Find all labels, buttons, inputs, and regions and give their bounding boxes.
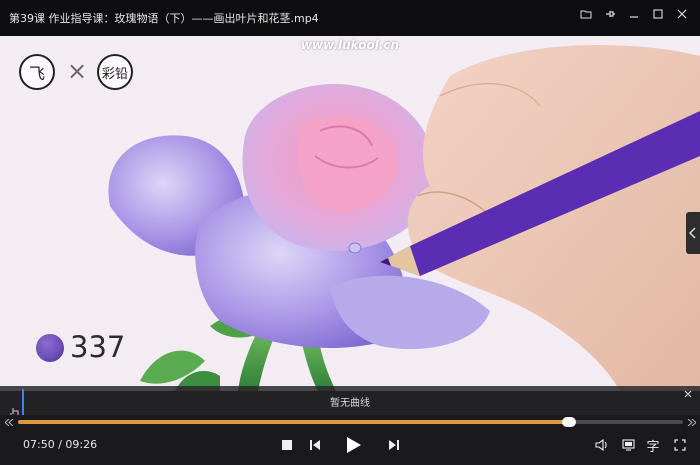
screen-icon xyxy=(621,439,635,451)
chevron-left-icon xyxy=(689,227,696,239)
pin-button[interactable] xyxy=(598,0,622,28)
color-code: 337 xyxy=(70,330,126,364)
brand-logo-left: 飞 xyxy=(19,54,55,90)
brand-logo-right: 彩铅 xyxy=(97,54,133,90)
fullscreen-window-button[interactable] xyxy=(617,434,639,456)
volume-icon xyxy=(595,439,607,451)
watermark: www.lukool.cn xyxy=(300,38,400,52)
close-icon xyxy=(677,9,687,19)
title-bar: 第39课 作业指导课：玫瑰物语（下）——画出叶片和花茎.mp4 xyxy=(0,0,700,36)
volume-button[interactable] xyxy=(591,434,613,456)
video-frame[interactable]: www.lukool.cn 飞 × 彩铅 337 xyxy=(0,36,700,391)
close-icon xyxy=(684,390,692,398)
pin-icon xyxy=(606,11,615,17)
logo-separator: × xyxy=(67,57,88,85)
minimize-button[interactable] xyxy=(622,0,646,28)
stop-icon xyxy=(282,440,292,450)
seek-forward-button[interactable] xyxy=(686,417,696,427)
progress-area xyxy=(0,415,700,428)
progress-track[interactable] xyxy=(18,417,683,427)
fullscreen-icon xyxy=(674,439,686,451)
progress-fill xyxy=(18,420,569,424)
fullscreen-button[interactable] xyxy=(669,434,691,456)
maximize-icon xyxy=(653,9,663,19)
curve-panel: 暂无曲线 xyxy=(0,386,700,418)
color-swatch xyxy=(35,333,65,363)
previous-button[interactable] xyxy=(304,434,326,456)
double-chevron-left-icon xyxy=(4,418,13,426)
progress-knob[interactable] xyxy=(561,417,576,427)
stop-button[interactable] xyxy=(276,434,298,456)
curve-empty-label: 暂无曲线 xyxy=(330,398,370,409)
seek-back-button[interactable] xyxy=(4,417,14,427)
minimize-icon xyxy=(630,16,638,18)
maximize-button[interactable] xyxy=(646,0,670,28)
window-controls xyxy=(574,0,694,28)
total-time: 09:26 xyxy=(65,438,98,451)
close-button[interactable] xyxy=(670,0,694,28)
next-button[interactable] xyxy=(383,434,405,456)
side-panel-toggle[interactable] xyxy=(686,212,700,254)
subtitle-button[interactable]: 字 xyxy=(642,434,664,456)
time-display: 07:50 / 09:26 xyxy=(23,438,97,451)
curve-close-button[interactable] xyxy=(682,388,694,400)
double-chevron-right-icon xyxy=(687,418,696,426)
play-button[interactable] xyxy=(341,432,367,458)
skip-previous-icon xyxy=(310,440,320,450)
window-title: 第39课 作业指导课：玫瑰物语（下）——画出叶片和花茎.mp4 xyxy=(9,12,319,25)
current-time: 07:50 xyxy=(23,438,55,451)
play-icon xyxy=(347,437,361,453)
open-folder-button[interactable] xyxy=(574,0,598,28)
control-bar: 07:50 / 09:26 字 xyxy=(0,428,700,465)
folder-icon xyxy=(580,10,592,19)
skip-next-icon xyxy=(389,440,399,450)
time-separator: / xyxy=(54,438,66,451)
